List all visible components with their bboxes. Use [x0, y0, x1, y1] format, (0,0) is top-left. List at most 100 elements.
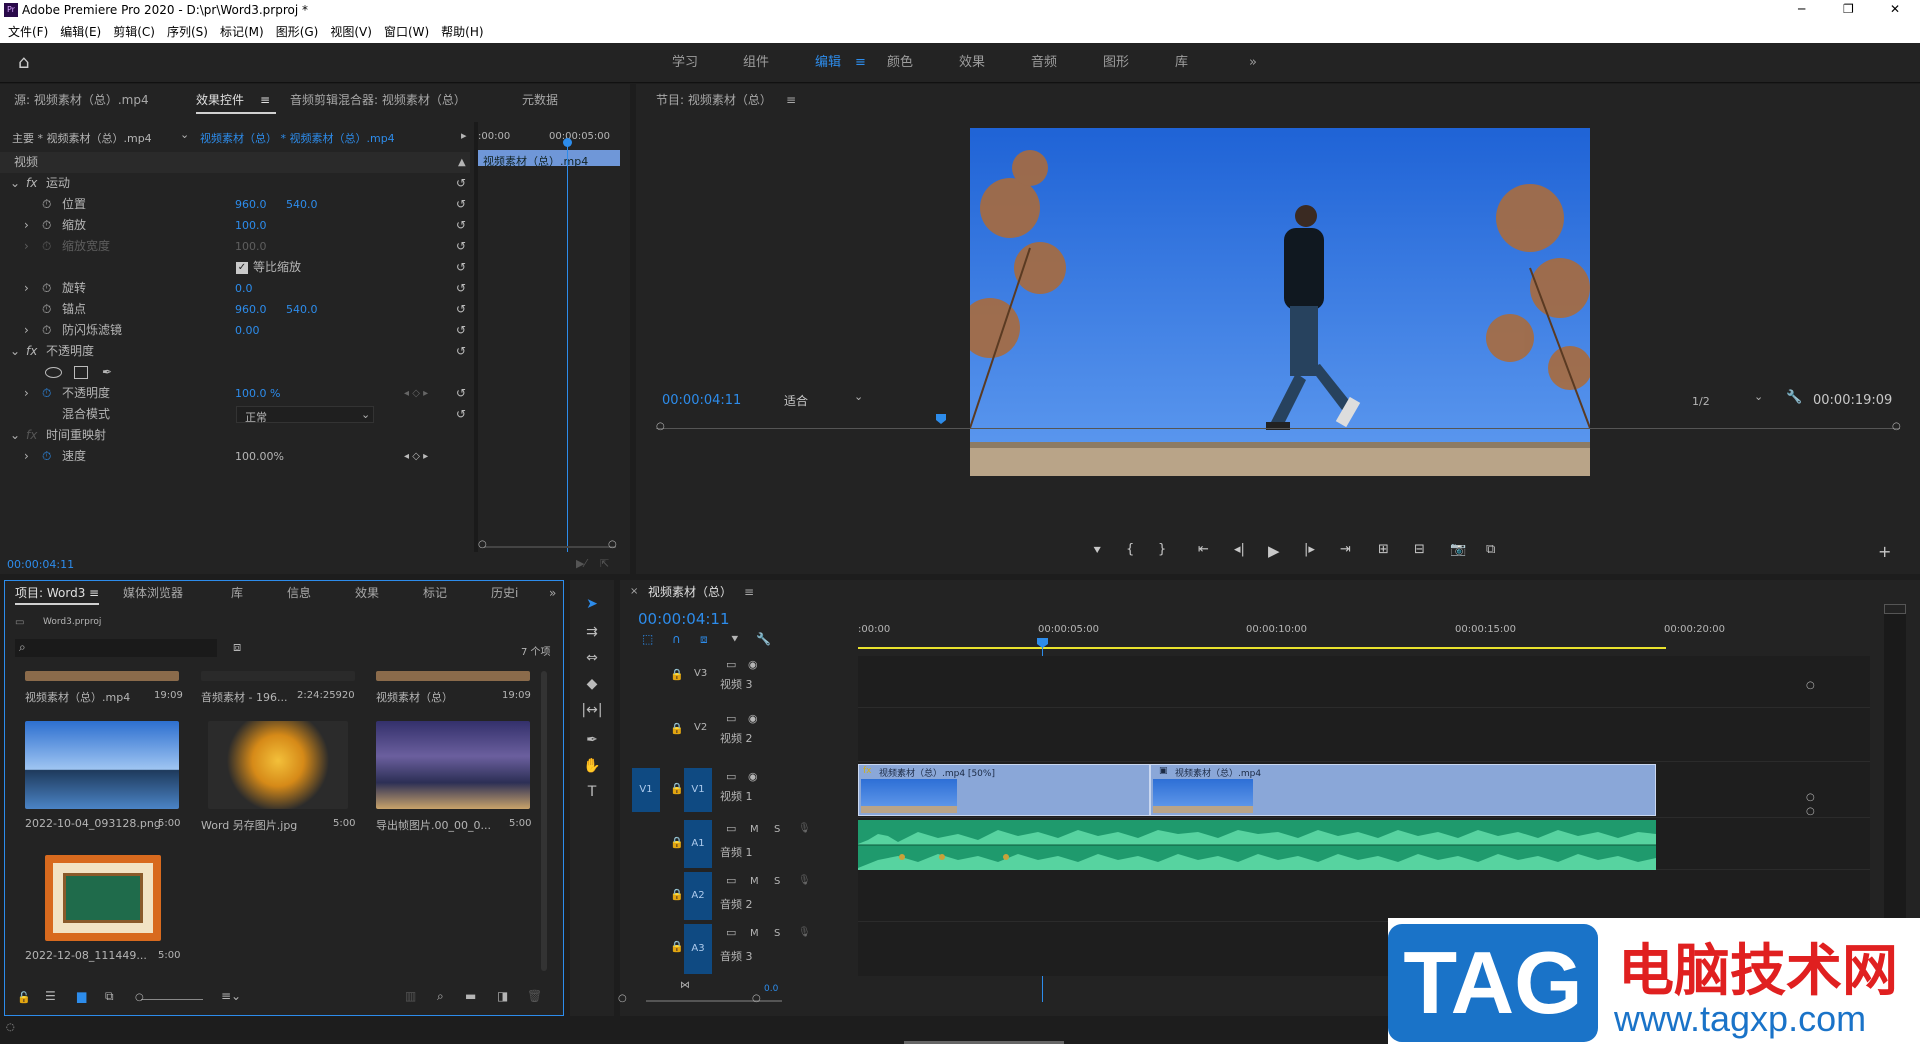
- menu-view[interactable]: 视图(V): [330, 22, 372, 43]
- collapse-chevron-icon[interactable]: ⌄: [10, 173, 20, 194]
- time-remap-row[interactable]: ⌄ fx 时间重映射: [0, 425, 470, 446]
- track-target-a1[interactable]: A1: [684, 820, 712, 868]
- slip-tool-icon[interactable]: |↔|: [580, 698, 604, 722]
- eye-icon[interactable]: ◉: [748, 658, 758, 671]
- stopwatch-icon[interactable]: ⏱: [42, 278, 51, 299]
- tab-effects[interactable]: 效果: [355, 581, 379, 605]
- search-input[interactable]: ⌕: [15, 639, 217, 657]
- reset-icon[interactable]: ↺: [456, 173, 466, 194]
- mini-playhead[interactable]: [567, 142, 568, 552]
- go-to-in-icon[interactable]: ⇤: [1198, 542, 1209, 557]
- extract-icon[interactable]: ⊟: [1414, 542, 1425, 557]
- workspace-assembly[interactable]: 组件: [743, 43, 769, 83]
- tab-info[interactable]: 信息: [287, 581, 311, 605]
- new-bin-icon[interactable]: ▬: [465, 989, 476, 1003]
- solo-button[interactable]: S: [774, 876, 780, 887]
- list-view-icon[interactable]: ☰: [45, 989, 56, 1003]
- tab-audio-mixer[interactable]: 音频剪辑混合器: 视频素材（总）: [290, 88, 466, 112]
- icon-view-icon[interactable]: ▆: [77, 989, 86, 1003]
- expand-chevron-icon[interactable]: ›: [24, 278, 29, 299]
- lock-icon[interactable]: 🔒: [670, 782, 684, 795]
- scrub-start-icon[interactable]: ○: [656, 421, 665, 432]
- tab-menu-icon[interactable]: ≡: [89, 581, 99, 605]
- panel-menu-icon[interactable]: ≡: [744, 580, 754, 604]
- lock-icon[interactable]: 🔓: [17, 991, 31, 1004]
- solo-button[interactable]: S: [774, 928, 780, 939]
- workspace-more-icon[interactable]: »: [1249, 43, 1257, 83]
- toggle-sync-icon[interactable]: ▭: [726, 712, 736, 725]
- workspace-learn[interactable]: 学习: [672, 43, 698, 83]
- close-icon[interactable]: ×: [630, 580, 638, 604]
- new-item-icon[interactable]: ◨: [497, 989, 508, 1003]
- menu-clip[interactable]: 剪辑(C): [113, 22, 155, 43]
- type-tool-icon[interactable]: T: [580, 780, 604, 804]
- speed-value[interactable]: 100.00%: [235, 446, 284, 467]
- tab-project[interactable]: 项目: Word3: [15, 581, 85, 605]
- tab-source[interactable]: 源: 视频素材（总）.mp4: [14, 88, 149, 112]
- menu-marker[interactable]: 标记(M): [220, 22, 264, 43]
- mini-playhead-handle[interactable]: [563, 138, 572, 147]
- add-marker-icon[interactable]: ⯆: [730, 632, 740, 647]
- timeline-timecode[interactable]: 00:00:04:11: [638, 610, 730, 628]
- time-ruler[interactable]: :00:00 00:00:05:00 00:00:10:00 00:00:15:…: [858, 614, 1828, 654]
- go-to-out-icon[interactable]: ⇥: [1340, 542, 1351, 557]
- reset-icon[interactable]: ↺: [456, 236, 466, 257]
- track-select-tool-icon[interactable]: ⇉: [580, 620, 604, 644]
- tab-media-browser[interactable]: 媒体浏览器: [123, 581, 183, 605]
- thumbnail-chalkboard-image[interactable]: [45, 855, 161, 941]
- project-scrollbar[interactable]: [541, 671, 547, 971]
- sequence-clip-label[interactable]: 视频素材（总） * 视频素材（总）.mp4: [200, 130, 395, 146]
- expand-chevron-icon[interactable]: ›: [24, 383, 29, 404]
- work-area-bar[interactable]: [858, 647, 1666, 649]
- resolution-select[interactable]: 1/2 ⌄: [1692, 390, 1768, 408]
- mic-icon[interactable]: 🎙: [798, 823, 811, 834]
- mini-clip-bar[interactable]: 视频素材（总）.mp4: [478, 150, 620, 168]
- menu-help[interactable]: 帮助(H): [441, 22, 483, 43]
- thumbnail-leaf-image[interactable]: [208, 721, 348, 809]
- stopwatch-icon[interactable]: ⏱: [42, 446, 51, 467]
- mini-timeline-scrollbar[interactable]: [484, 546, 616, 548]
- scale-value[interactable]: 100.0: [235, 215, 267, 236]
- opacity-section-row[interactable]: ⌄ fx 不透明度 ↺: [0, 341, 470, 362]
- close-button[interactable]: ✕: [1890, 2, 1900, 16]
- stopwatch-icon[interactable]: ⏱: [42, 320, 51, 341]
- reset-icon[interactable]: ↺: [456, 194, 466, 215]
- toggle-sync-icon[interactable]: ▭: [726, 658, 736, 671]
- tab-effect-controls[interactable]: 效果控件: [196, 88, 244, 112]
- keyframe-nav-icon[interactable]: ◂ ◇ ▸: [404, 446, 428, 467]
- scroll-up-icon[interactable]: ▲: [458, 152, 466, 173]
- track-target-a2[interactable]: A2: [684, 872, 712, 920]
- pen-tool-icon[interactable]: ✒: [580, 728, 604, 752]
- thumbnail-video-mp4[interactable]: [25, 671, 179, 681]
- fit-select[interactable]: 适合 ⌄: [784, 390, 864, 408]
- sort-icon[interactable]: ≡⌄: [221, 989, 241, 1003]
- lock-icon[interactable]: 🔒: [670, 836, 684, 849]
- new-bin-search-icon[interactable]: ⧈: [233, 640, 241, 655]
- blend-mode-select[interactable]: 正常 ⌄: [236, 406, 374, 424]
- menu-graphics[interactable]: 图形(G): [276, 22, 319, 43]
- scroll-handle-left-icon[interactable]: ○: [618, 993, 627, 1004]
- mic-icon[interactable]: 🎙: [798, 927, 811, 938]
- thumbnail-city-image[interactable]: [376, 721, 530, 809]
- thumbnail-audio[interactable]: [201, 671, 355, 681]
- trash-icon[interactable]: 🗑: [527, 989, 542, 1003]
- expand-chevron-icon[interactable]: ›: [24, 320, 29, 341]
- mark-in-icon[interactable]: {: [1126, 542, 1134, 557]
- thumbnail-sequence[interactable]: [376, 671, 530, 681]
- expand-chevron-icon[interactable]: ›: [24, 215, 29, 236]
- nest-icon[interactable]: ⬚: [642, 632, 653, 646]
- reset-icon[interactable]: ↺: [456, 341, 466, 362]
- mic-icon[interactable]: 🎙: [798, 875, 811, 886]
- workspace-menu-icon[interactable]: ≡: [855, 43, 866, 83]
- scroll-handle-left-icon[interactable]: ○: [478, 539, 487, 550]
- workspace-color[interactable]: 颜色: [887, 43, 913, 83]
- filter-icon[interactable]: ▶⁄: [576, 557, 586, 570]
- mute-button[interactable]: M: [750, 928, 759, 939]
- selection-tool-icon[interactable]: ➤: [580, 592, 604, 616]
- expand-chevron-icon[interactable]: ›: [24, 446, 29, 467]
- toggle-sync-icon[interactable]: ▭: [726, 926, 736, 939]
- comparison-view-icon[interactable]: ⧉: [1486, 542, 1495, 557]
- effect-controls-timecode[interactable]: 00:00:04:11: [7, 558, 74, 571]
- position-x-value[interactable]: 960.0: [235, 194, 267, 215]
- mute-button[interactable]: M: [750, 876, 759, 887]
